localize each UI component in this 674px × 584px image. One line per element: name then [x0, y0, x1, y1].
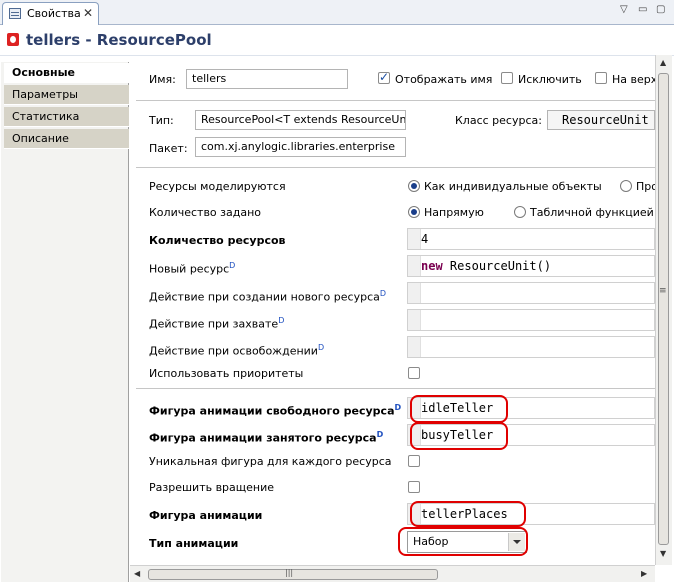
new-keyword: new: [421, 259, 443, 273]
grip-icon: ≡: [659, 286, 667, 296]
vertical-scroll-thumb[interactable]: ≡: [658, 73, 669, 545]
close-icon[interactable]: ✕: [83, 6, 93, 20]
modeled-label: Ресурсы моделируются: [149, 180, 286, 193]
unique-shape-label: Уникальная фигура для каждого ресурса: [149, 455, 392, 468]
horizontal-scroll-thumb[interactable]: |||: [148, 568, 438, 580]
highlight-circle: [410, 501, 526, 527]
use-priorities-label: Использовать приоритеты: [149, 367, 304, 380]
individual-objects-radio[interactable]: [408, 180, 420, 192]
dynamic-marker: D: [394, 403, 402, 412]
busy-shape-label: Фигура анимации занятого ресурсаD: [149, 430, 384, 445]
divider: [136, 167, 655, 168]
sidebar-item-label: Основные: [12, 66, 75, 79]
view-tab-bar: Свойства ✕ ▽ ▭ ▢: [0, 0, 674, 25]
resource-class-label: Класс ресурса:: [455, 114, 542, 127]
divider: [136, 388, 655, 389]
properties-content: Имя: tellers Отображать имя Исключить На…: [130, 62, 658, 564]
allow-rotation-checkbox[interactable]: [408, 481, 420, 493]
highlight-circle: [398, 527, 528, 556]
sidebar-item-label: Описание: [12, 132, 69, 145]
page-title: tellers - ResourcePool: [26, 31, 212, 49]
resource-pool-icon: [7, 33, 19, 46]
show-name-label: Отображать имя: [395, 73, 493, 86]
tab-properties[interactable]: Свойства ✕: [2, 2, 99, 25]
anim-shape-label: Фигура анимации: [149, 509, 263, 522]
other-mode-radio[interactable]: [620, 180, 632, 192]
resource-count-value: 4: [421, 232, 429, 246]
scroll-left-icon[interactable]: ◀: [134, 569, 140, 578]
maximize-icon[interactable]: ▢: [656, 4, 665, 15]
tab-properties-label: Свойства: [27, 7, 81, 20]
sidebar-item-statistics[interactable]: Статистика: [4, 107, 129, 127]
sidebar-item-label: Статистика: [12, 110, 80, 123]
divider: [136, 100, 655, 101]
table-function-label: Табличной функцией: [530, 206, 654, 219]
on-seize-label: Действие при захватеD: [149, 316, 285, 331]
idle-shape-label: Фигура анимации свободного ресурсаD: [149, 403, 402, 418]
sidebar-item-label: Параметры: [12, 88, 78, 101]
on-create-field[interactable]: [407, 282, 655, 304]
name-field[interactable]: tellers: [186, 69, 348, 89]
on-seize-field[interactable]: [407, 309, 655, 331]
individual-objects-label: Как индивидуальные объекты: [424, 180, 602, 193]
direct-label: Напрямую: [424, 206, 484, 219]
show-name-checkbox[interactable]: [378, 70, 390, 84]
package-field[interactable]: com.xj.anylogic.libraries.enterprise: [195, 137, 406, 157]
dynamic-marker: D: [376, 430, 384, 439]
on-top-checkbox[interactable]: [595, 72, 607, 84]
resource-count-label: Количество ресурсов: [149, 234, 286, 247]
on-create-label: Действие при создании нового ресурсаD: [149, 289, 387, 304]
allow-rotation-label: Разрешить вращение: [149, 481, 275, 494]
on-release-label: Действие при освобожденииD: [149, 343, 325, 358]
highlight-circle: [410, 422, 508, 450]
direct-radio[interactable]: [408, 206, 420, 218]
name-label: Имя:: [149, 73, 176, 86]
new-resource-value: ResourceUnit(): [449, 259, 552, 273]
vertical-scrollbar[interactable]: ▲ ≡ ▼: [655, 55, 672, 565]
on-release-field[interactable]: [407, 336, 655, 358]
properties-header: tellers - ResourcePool: [0, 25, 674, 56]
sidebar-item-general[interactable]: Основные: [4, 63, 129, 83]
new-resource-field[interactable]: new ResourceUnit(): [407, 255, 655, 277]
exclude-checkbox[interactable]: [501, 72, 513, 84]
scroll-right-icon[interactable]: ▶: [641, 569, 647, 578]
dynamic-marker: D: [278, 316, 285, 325]
view-menu-icon[interactable]: ▽: [620, 4, 628, 15]
properties-icon: [9, 8, 21, 19]
dynamic-marker: D: [317, 343, 325, 352]
sidebar: Основные Параметры Статистика Описание: [1, 62, 129, 582]
dynamic-marker: D: [379, 289, 387, 298]
minimize-icon[interactable]: ▭: [638, 4, 647, 15]
resource-count-field[interactable]: 4: [407, 228, 655, 250]
scroll-down-icon[interactable]: ▼: [660, 549, 666, 558]
sidebar-item-parameters[interactable]: Параметры: [4, 85, 129, 105]
dynamic-marker: D: [229, 261, 236, 270]
horizontal-scrollbar[interactable]: ◀ ||| ▶: [130, 565, 655, 582]
anim-type-label: Тип анимации: [149, 537, 239, 550]
type-label: Тип:: [149, 114, 174, 127]
resource-class-field[interactable]: ResourceUnit: [547, 110, 655, 130]
use-priorities-checkbox[interactable]: [408, 367, 420, 379]
new-resource-label: Новый ресурсD: [149, 261, 236, 276]
sidebar-item-description[interactable]: Описание: [4, 129, 129, 149]
qty-given-label: Количество задано: [149, 206, 262, 219]
scroll-up-icon[interactable]: ▲: [660, 58, 666, 67]
on-top-label: На верх: [612, 73, 658, 86]
grip-icon: |||: [285, 568, 294, 577]
exclude-label: Исключить: [518, 73, 582, 86]
package-label: Пакет:: [149, 142, 188, 155]
highlight-circle: [410, 395, 508, 423]
type-field[interactable]: ResourcePool<T extends ResourceUnit: [195, 110, 406, 130]
table-function-radio[interactable]: [514, 206, 526, 218]
unique-shape-checkbox[interactable]: [408, 455, 420, 467]
